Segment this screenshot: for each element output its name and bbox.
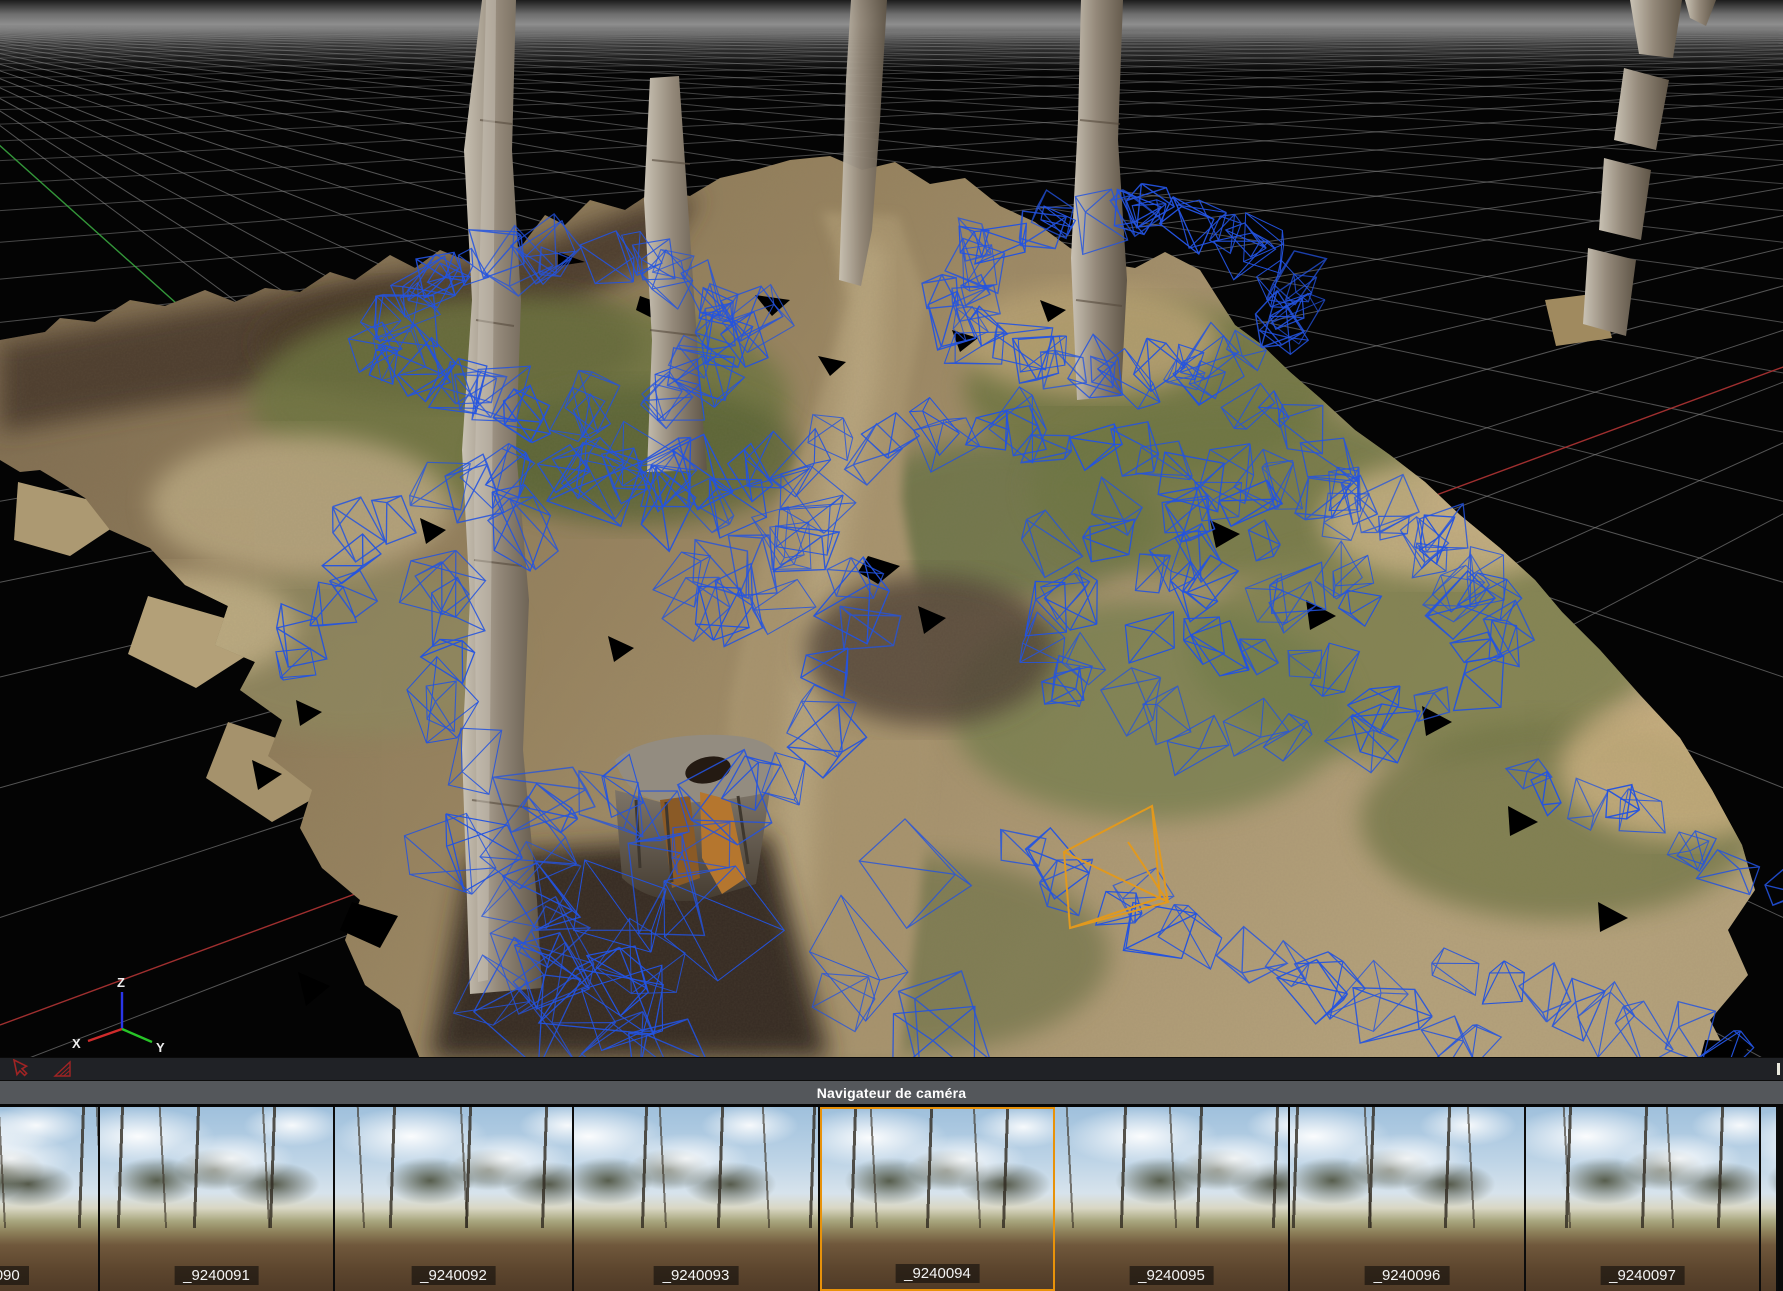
thumbnail-trees: [1290, 1107, 1524, 1228]
camera-filmstrip[interactable]: _9240090 _9240091 _9240092 _9240093 _9240094…: [0, 1107, 1783, 1291]
camera-navigator-title: Navigateur de caméra: [817, 1085, 967, 1101]
camera-navigator-header: Navigateur de caméra: [0, 1080, 1783, 1104]
thumbnail-label: _9240092: [411, 1266, 496, 1285]
thumbnail-label: _9240090: [0, 1266, 29, 1285]
angle-measure-icon[interactable]: [52, 1059, 72, 1079]
thumbnail-trees: [1526, 1107, 1759, 1228]
viewport-toolbar: [0, 1057, 1783, 1080]
camera-thumbnail[interactable]: _9240092: [335, 1107, 574, 1291]
axis-x-label: X: [72, 1036, 81, 1051]
thumbnail-trees: [100, 1107, 333, 1228]
camera-thumbnail[interactable]: _9240097: [1526, 1107, 1761, 1291]
thumbnail-trees: [1055, 1107, 1288, 1228]
axis-y-label: Y: [156, 1040, 165, 1055]
3d-viewport[interactable]: Z X Y: [0, 0, 1783, 1057]
camera-thumbnail[interactable]: _9240096: [1290, 1107, 1526, 1291]
thumbnail-trees: [822, 1109, 1053, 1228]
camera-thumbnail[interactable]: _9240095: [1055, 1107, 1290, 1291]
photogrammetry-app: Z X Y Navigateur de caméra _9240090_9240…: [0, 0, 1783, 1291]
thumbnail-trees: [335, 1107, 572, 1228]
camera-thumbnail[interactable]: _9240090: [0, 1107, 100, 1291]
camera-thumbnail[interactable]: _9240094: [820, 1107, 1055, 1291]
thumbnail-label: _9240097: [1600, 1266, 1685, 1285]
select-cursor-icon[interactable]: [10, 1059, 30, 1079]
axis-z-label: Z: [117, 975, 125, 990]
thumbnail-label: _9240094: [895, 1264, 980, 1283]
model-scene: Z X Y: [0, 0, 1783, 1057]
thumbnail-trees: [1761, 1107, 1776, 1228]
thumbnail-trees: [574, 1107, 818, 1228]
scroll-indicator[interactable]: [1777, 1063, 1780, 1075]
thumbnail-label: _9240095: [1129, 1266, 1214, 1285]
thumbnail-label: _9240096: [1365, 1266, 1450, 1285]
camera-thumbnail[interactable]: _9240093: [574, 1107, 820, 1291]
camera-thumbnail[interactable]: _9240091: [100, 1107, 335, 1291]
thumbnail-label: _9240091: [174, 1266, 259, 1285]
thumbnail-label: _9240093: [654, 1266, 739, 1285]
camera-thumbnail[interactable]: [1761, 1107, 1778, 1291]
thumbnail-trees: [0, 1107, 98, 1228]
